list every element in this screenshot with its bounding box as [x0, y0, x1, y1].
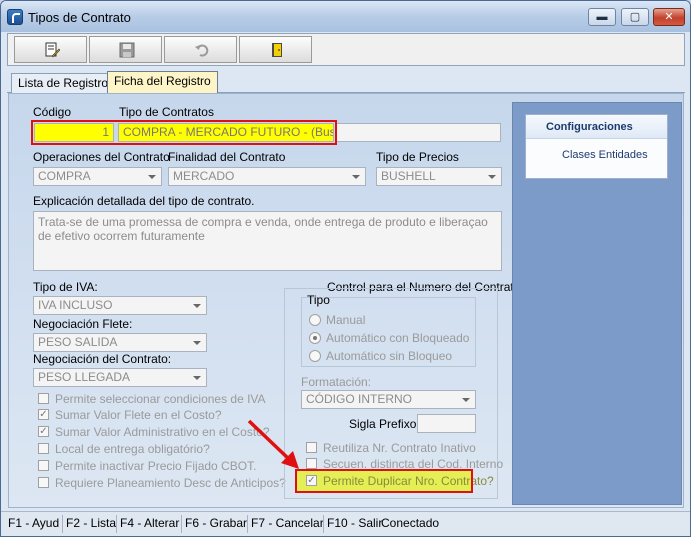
checkbox-label: Sumar Valor Flete en el Costo?	[55, 408, 222, 422]
radio-automatico-bloqueado[interactable]: Automático con Bloqueado	[309, 331, 469, 345]
tab-lista-registros[interactable]: Lista de Registros	[11, 73, 122, 93]
checkbox-sumar-flete[interactable]: ✓ Sumar Valor Flete en el Costo?	[38, 408, 222, 422]
codigo-label: Código	[33, 105, 72, 119]
status-separator	[62, 515, 63, 533]
checkbox-label: Sumar Valor Administrativo en el Costo?	[55, 425, 270, 439]
floppy-disk-icon	[119, 42, 135, 58]
edit-document-icon	[45, 42, 60, 58]
status-connection: Conectado	[381, 516, 440, 530]
negociacion-contrato-label: Negociación del Contrato:	[33, 352, 172, 366]
status-f6[interactable]: F6 - Grabar	[185, 516, 247, 530]
status-f2[interactable]: F2 - Lista	[66, 516, 116, 530]
checkbox-box	[306, 458, 317, 469]
checkbox-inactivar-precio[interactable]: Permite inactivar Precio Fijado CBOT.	[38, 459, 256, 473]
status-f4[interactable]: F4 - Alterar	[120, 516, 179, 530]
checkbox-box	[38, 477, 49, 488]
checkbox-label: Reutiliza Nr. Contrato Inativo	[323, 441, 476, 455]
title-bar: Tipos de Contrato ▬ ▢ ✕	[1, 1, 690, 32]
exit-door-icon	[272, 43, 282, 57]
highlight-box-codigo	[31, 120, 337, 145]
radio-circle-selected	[309, 332, 321, 344]
checkbox-label: Local de entrega obligatório?	[55, 442, 210, 456]
finalidad-select[interactable]: MERCADO	[168, 167, 366, 186]
status-separator	[323, 515, 324, 533]
radio-label: Manual	[326, 313, 366, 327]
checkbox-label: Permite seleccionar condiciones de IVA	[55, 392, 266, 406]
save-button[interactable]	[89, 36, 162, 63]
checkbox-box	[38, 443, 49, 454]
tipo-label: Tipo	[307, 293, 330, 307]
sigla-prefixo-input[interactable]	[417, 414, 476, 433]
checkbox-planeamiento[interactable]: Requiere Planeamiento Desc de Anticipos?	[38, 476, 286, 490]
maximize-button[interactable]: ▢	[621, 8, 649, 26]
status-bar: F1 - Ayud F2 - Lista F4 - Alterar F6 - G…	[1, 511, 690, 536]
tab-bar: Lista de Registros Ficha del Registro	[7, 71, 685, 94]
formatacion-select[interactable]: CÓDIGO INTERNO	[301, 390, 476, 409]
operaciones-label: Operaciones del Contrato	[33, 150, 170, 164]
checkbox-reutiliza-contrato[interactable]: Reutiliza Nr. Contrato Inativo	[306, 441, 476, 455]
checkbox-box	[38, 393, 49, 404]
status-separator	[116, 515, 117, 533]
edit-button[interactable]	[14, 36, 87, 63]
status-separator	[181, 515, 182, 533]
highlight-box-duplicar	[295, 469, 473, 493]
window-title: Tipos de Contrato	[28, 10, 131, 25]
tipo-precios-label: Tipo de Precios	[376, 150, 459, 164]
explicacion-label: Explicación detallada del tipo de contra…	[33, 194, 255, 208]
configuraciones-card: Configuraciones Clases Entidades	[525, 114, 668, 179]
red-arrow-annotation	[247, 419, 299, 469]
clases-entidades-link[interactable]: Clases Entidades	[526, 139, 667, 161]
tipo-precios-select[interactable]: BUSHELL	[376, 167, 502, 186]
radio-circle	[309, 350, 321, 362]
negociacion-contrato-select[interactable]: PESO LLEGADA	[33, 368, 207, 387]
negociacion-flete-label: Negociación Flete:	[33, 317, 133, 331]
maximize-icon: ▢	[629, 11, 641, 23]
status-f10[interactable]: F10 - Salir	[327, 516, 382, 530]
radio-automatico-sin-bloqueo[interactable]: Automático sin Bloqueo	[309, 349, 452, 363]
toolbar	[7, 33, 685, 66]
explicacion-textarea[interactable]: Trata-se de uma promessa de compra e ven…	[33, 211, 502, 271]
checkbox-local-entrega[interactable]: Local de entrega obligatório?	[38, 442, 210, 456]
checkmark-icon: ✓	[38, 409, 49, 420]
main-window: Tipos de Contrato ▬ ▢ ✕ Lista de Registr…	[0, 0, 691, 537]
checkbox-box	[306, 442, 317, 453]
checkbox-box	[38, 460, 49, 471]
radio-label: Automático con Bloqueado	[326, 331, 470, 345]
minimize-button[interactable]: ▬	[588, 8, 616, 26]
status-f1[interactable]: F1 - Ayud	[8, 516, 59, 530]
status-separator	[247, 515, 248, 533]
checkmark-icon: ✓	[38, 426, 49, 437]
tipo-iva-select[interactable]: IVA INCLUSO	[33, 296, 207, 315]
checkbox-permite-iva[interactable]: Permite seleccionar condiciones de IVA	[38, 392, 266, 406]
minimize-icon: ▬	[596, 11, 608, 23]
tipo-iva-label: Tipo de IVA:	[33, 280, 98, 294]
formatacion-label: Formatación:	[301, 375, 372, 389]
sigla-prefixo-label: Sigla Prefixo:	[349, 417, 420, 431]
app-icon	[7, 9, 23, 25]
finalidad-label: Finalidad del Contrato	[168, 150, 286, 164]
status-f7[interactable]: F7 - Cancelar	[251, 516, 324, 530]
tipo-contratos-field-extension	[335, 123, 501, 142]
undo-icon	[195, 44, 209, 57]
undo-button[interactable]	[164, 36, 237, 63]
close-icon: ✕	[664, 11, 674, 23]
radio-circle	[309, 314, 321, 326]
checkbox-sumar-administrativo[interactable]: ✓ Sumar Valor Administrativo en el Costo?	[38, 425, 270, 439]
close-button[interactable]: ✕	[653, 8, 685, 26]
operaciones-select[interactable]: COMPRA	[33, 167, 162, 186]
checkbox-label: Permite inactivar Precio Fijado CBOT.	[55, 459, 257, 473]
configuraciones-side-panel: Configuraciones Clases Entidades	[512, 102, 682, 505]
negociacion-flete-select[interactable]: PESO SALIDA	[33, 333, 207, 352]
checkbox-label: Requiere Planeamiento Desc de Anticipos?	[55, 476, 286, 490]
tipo-contratos-label: Tipo de Contratos	[119, 105, 214, 119]
exit-button[interactable]	[239, 36, 312, 63]
configuraciones-header: Configuraciones	[526, 115, 667, 139]
tab-ficha-registro[interactable]: Ficha del Registro	[107, 71, 218, 94]
radio-manual[interactable]: Manual	[309, 313, 365, 327]
radio-label: Automático sin Bloqueo	[326, 349, 453, 363]
